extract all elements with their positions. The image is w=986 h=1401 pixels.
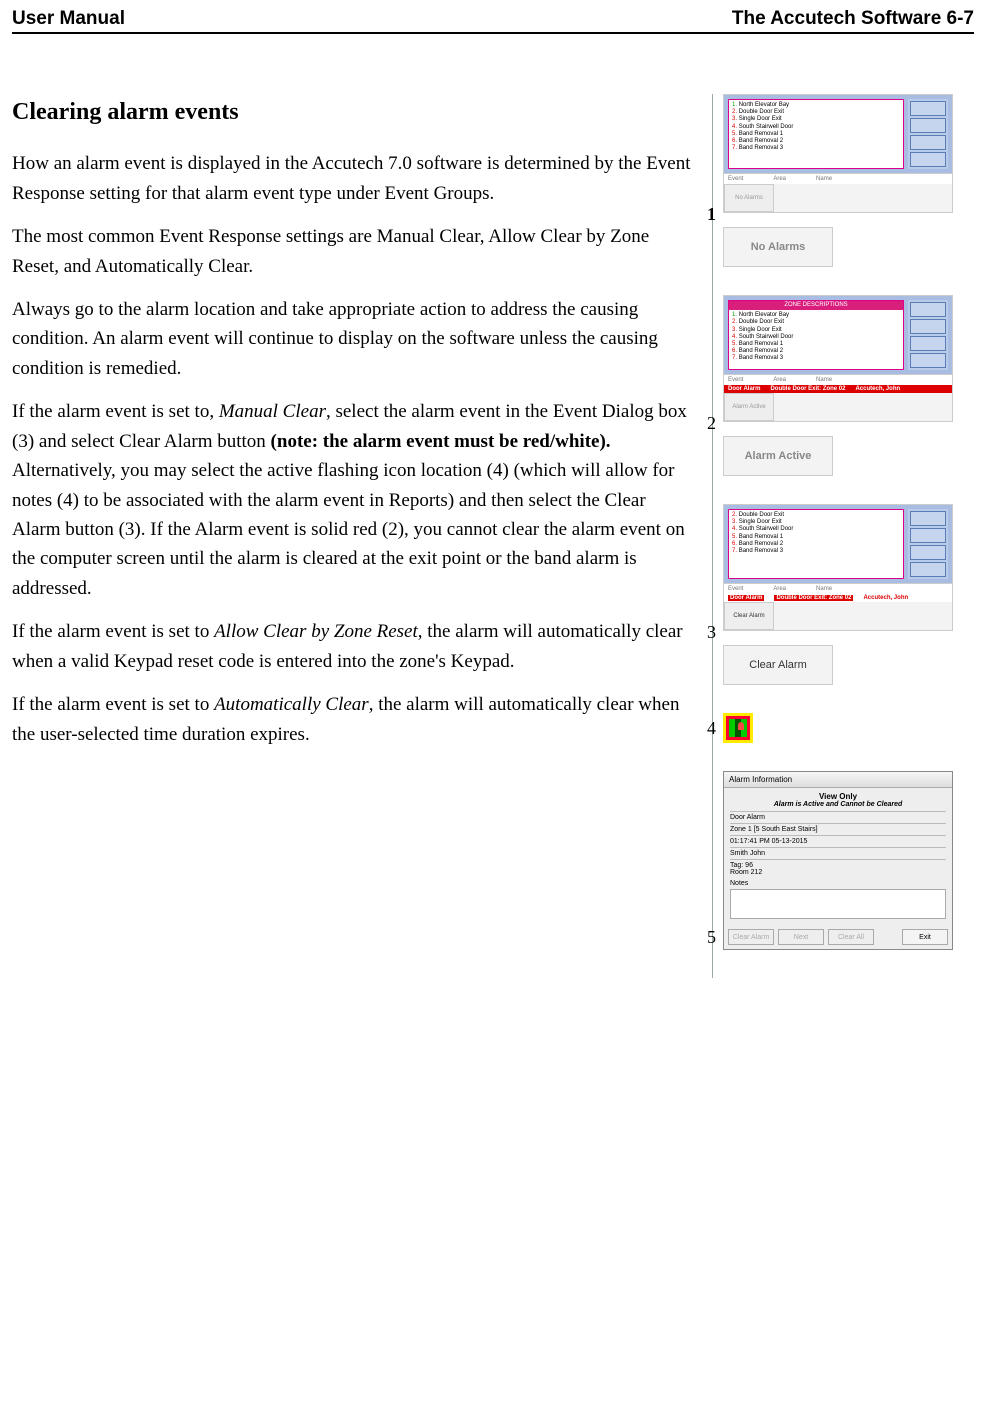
fig2-alarm-row[interactable]: Door Alarm Double Door Exit: Zone 02 Acc… <box>724 385 952 393</box>
p5-italic: Allow Clear by Zone Reset <box>214 621 418 642</box>
figure-column: 1 1. North Elevator Bay 2. Double Door E… <box>712 94 974 978</box>
p4-italic: Manual Clear <box>219 401 326 422</box>
paragraph-1: How an alarm event is displayed in the A… <box>12 149 692 208</box>
p4-bold: (note: the alarm event must be red/white… <box>271 431 611 452</box>
dialog-title: Alarm Information <box>724 772 952 788</box>
paragraph-4: If the alarm event is set to, Manual Cle… <box>12 397 692 603</box>
fig3-event-header: Event Area Name <box>724 583 952 594</box>
col-area: Area <box>773 176 786 182</box>
flashing-alarm-icon[interactable] <box>723 713 753 743</box>
p4-c: Alternatively, you may select the active… <box>12 460 685 599</box>
figure-1-number: 1 <box>707 204 716 225</box>
z2: Double Door Exit <box>739 109 784 115</box>
col-event: Event <box>728 176 743 182</box>
fig2-floorplan <box>908 300 948 370</box>
view-only-label: View Only <box>730 792 946 801</box>
fig1-floorplan <box>908 99 948 169</box>
fig1-event-header: Event Area Name <box>724 173 952 184</box>
fig1-zone-list: 1. North Elevator Bay 2. Double Door Exi… <box>728 99 904 169</box>
fig2-caption: Alarm Active <box>723 436 833 476</box>
fig2-zone-list: ZONE DESCRIPTIONS 1. North Elevator Bay … <box>728 300 904 370</box>
figure-2: 2 ZONE DESCRIPTIONS 1. North Elevator Ba… <box>723 295 974 476</box>
z6: Band Removal 2 <box>739 138 783 144</box>
figure-5: 5 Alarm Information View Only Alarm is A… <box>723 771 974 950</box>
z3: Single Door Exit <box>739 116 782 122</box>
paragraph-3: Always go to the alarm location and take… <box>12 295 692 383</box>
z5: Band Removal 1 <box>739 131 783 137</box>
fig3-nm: Accutech, John <box>863 595 908 601</box>
fig1-status-button[interactable]: No Alarms <box>724 184 774 212</box>
dlg-next-button[interactable]: Next <box>778 929 824 945</box>
fig1-caption: No Alarms <box>723 227 833 267</box>
dlg-exit-button[interactable]: Exit <box>902 929 948 945</box>
figure-2-number: 2 <box>707 413 716 434</box>
header-right: The Accutech Software 6-7 <box>732 8 974 30</box>
notes-textarea[interactable] <box>730 889 946 919</box>
view-only-sub: Alarm is Active and Cannot be Cleared <box>730 801 946 808</box>
fig2-ev: Door Alarm <box>728 386 760 392</box>
fig2-event-header: Event Area Name <box>724 374 952 385</box>
fig3-clear-button[interactable]: Clear Alarm <box>724 602 774 630</box>
header-left: User Manual <box>12 8 125 30</box>
notes-label: Notes <box>730 878 946 889</box>
figure-3: 3 2. Double Door Exit 3. Single Door Exi… <box>723 504 974 685</box>
p5-a: If the alarm event is set to <box>12 621 214 642</box>
fig3-zone-list: 2. Double Door Exit 3. Single Door Exit … <box>728 509 904 579</box>
alarm-info-dialog: Alarm Information View Only Alarm is Act… <box>723 771 953 950</box>
dlg-l4: Smith John <box>730 847 946 859</box>
dlg-clear-all-button[interactable]: Clear All <box>828 929 874 945</box>
dlg-clear-button[interactable]: Clear Alarm <box>728 929 774 945</box>
fig2-nm: Accutech, John <box>855 386 900 392</box>
page-header: User Manual The Accutech Software 6-7 <box>12 8 974 34</box>
p4-a: If the alarm event is set to, <box>12 401 219 422</box>
fig3-ev: Door Alarm <box>728 595 764 601</box>
section-title: Clearing alarm events <box>12 94 692 131</box>
dlg-l3: 01:17:41 PM 05-13-2015 <box>730 835 946 847</box>
paragraph-2: The most common Event Response settings … <box>12 222 692 281</box>
col-name: Name <box>816 176 832 182</box>
fig3-ar: Double Door Exit: Zone 02 <box>774 595 853 601</box>
fig2-status-button[interactable]: Alarm Active <box>724 393 774 421</box>
zone-header: ZONE DESCRIPTIONS <box>729 301 903 310</box>
dlg-l1: Door Alarm <box>730 811 946 823</box>
z1: North Elevator Bay <box>739 102 789 108</box>
fig2-window: ZONE DESCRIPTIONS 1. North Elevator Bay … <box>723 295 953 422</box>
fig3-caption: Clear Alarm <box>723 645 833 685</box>
fig3-alarm-row[interactable]: Door Alarm Double Door Exit: Zone 02 Acc… <box>724 594 952 602</box>
p6-a: If the alarm event is set to <box>12 694 214 715</box>
figure-4: 4 <box>723 713 974 743</box>
fig1-window: 1. North Elevator Bay 2. Double Door Exi… <box>723 94 953 213</box>
figure-1: 1 1. North Elevator Bay 2. Double Door E… <box>723 94 974 267</box>
fig3-floorplan <box>908 509 948 579</box>
figure-5-number: 5 <box>707 927 716 948</box>
paragraph-5: If the alarm event is set to Allow Clear… <box>12 617 692 676</box>
z4: South Stairwell Door <box>739 124 794 130</box>
body-text: Clearing alarm events How an alarm event… <box>12 94 692 978</box>
fig2-ar: Double Door Exit: Zone 02 <box>770 386 845 392</box>
dlg-l2: Zone 1 [5 South East Stairs] <box>730 823 946 835</box>
p6-italic: Automatically Clear <box>214 694 369 715</box>
figure-4-number: 4 <box>707 718 716 739</box>
z7: Band Removal 3 <box>739 145 783 151</box>
paragraph-6: If the alarm event is set to Automatical… <box>12 690 692 749</box>
figure-3-number: 3 <box>707 622 716 643</box>
fig3-window: 2. Double Door Exit 3. Single Door Exit … <box>723 504 953 631</box>
dlg-l5: Tag: 96 Room 212 <box>730 859 946 878</box>
